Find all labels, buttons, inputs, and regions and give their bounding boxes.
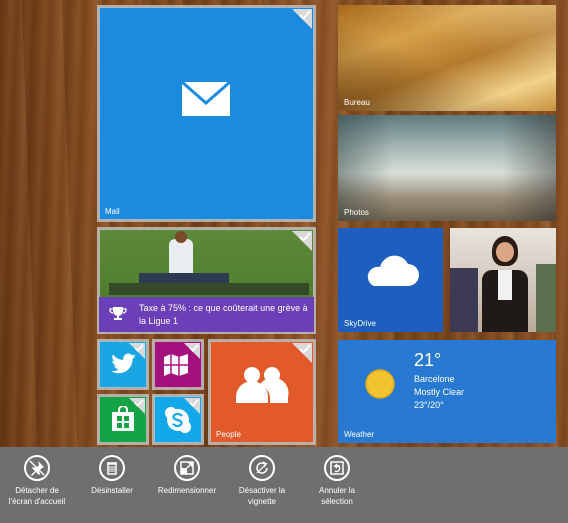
sun-icon (365, 369, 395, 399)
weather-condition: Mostly Clear (414, 387, 465, 397)
cancel-selection-label-line1: Annuler la (318, 486, 356, 495)
detach-label-line2: l'écran d'accueil (8, 497, 66, 506)
photos-tile[interactable]: Photos (338, 115, 556, 221)
skydrive-tile-label: SkyDrive (344, 319, 377, 328)
sports-headline-bar: Taxe à 75% : ce que coûterait une grève … (99, 297, 314, 332)
detach-from-start-button[interactable]: Détacher de l'écran d'accueil (0, 455, 77, 507)
sports-news-tile[interactable]: Taxe à 75% : ce que coûterait une grève … (97, 227, 316, 334)
weather-range: 23°/20° (414, 400, 444, 410)
people-icon (236, 367, 289, 403)
weather-tile[interactable]: 21° Barcelone Mostly Clear 23°/20° Weath… (338, 340, 556, 443)
resize-icon (174, 455, 200, 481)
news-photo-tile[interactable] (450, 228, 556, 332)
mail-tile[interactable]: Mail (97, 5, 316, 222)
resize-label: Redimensionner (157, 486, 217, 495)
weather-temperature: 21° (414, 350, 442, 370)
people-tile-label: People (216, 430, 241, 439)
skype-tile[interactable] (152, 394, 204, 445)
detach-label-line1: Détacher de (15, 486, 59, 495)
photos-background-image (338, 115, 556, 221)
selected-check-icon (292, 9, 312, 29)
bureau-tile-label: Bureau (344, 98, 370, 107)
uninstall-button[interactable]: Désinstaller (72, 455, 152, 496)
cancel-selection-icon (324, 455, 350, 481)
photos-tile-label: Photos (344, 208, 369, 217)
skydrive-tile[interactable]: SkyDrive (338, 228, 443, 332)
selected-check-icon (292, 343, 312, 363)
disable-live-label-line2: vignette (247, 497, 277, 506)
store-tile[interactable] (97, 394, 149, 445)
selected-check-icon (129, 343, 145, 359)
weather-tile-label: Weather (344, 430, 375, 439)
bureau-tile[interactable]: Bureau (338, 5, 556, 111)
bureau-background-image (338, 5, 556, 111)
app-bar: Détacher de l'écran d'accueil Désinstall… (0, 447, 568, 523)
trash-icon (99, 455, 125, 481)
uninstall-label: Désinstaller (91, 486, 133, 495)
weather-city: Barcelone (414, 374, 455, 384)
selected-check-icon (129, 398, 145, 414)
cancel-selection-button[interactable]: Annuler la sélection (297, 455, 377, 507)
cloud-icon (367, 255, 419, 286)
people-tile[interactable]: People (208, 339, 316, 445)
resize-button[interactable]: Redimensionner (147, 455, 227, 496)
selected-check-icon (184, 398, 200, 414)
trophy-icon (109, 307, 127, 320)
disable-live-tile-button[interactable]: Désactiver la vignette (222, 455, 302, 507)
sports-headline-text: Taxe à 75% : ce que coûterait une grève … (139, 303, 308, 326)
live-tile-off-icon (249, 455, 275, 481)
unpin-icon (24, 455, 50, 481)
cancel-selection-label-line2: sélection (321, 497, 353, 506)
mail-icon (181, 81, 231, 116)
selected-check-icon (184, 343, 200, 359)
mail-tile-label: Mail (105, 207, 120, 216)
news-photo-image (450, 228, 556, 332)
selected-check-icon (292, 231, 312, 251)
disable-live-label-line1: Désactiver la (238, 486, 286, 495)
sports-photo (99, 229, 314, 297)
twitter-tile[interactable] (97, 339, 149, 390)
maps-tile[interactable] (152, 339, 204, 390)
